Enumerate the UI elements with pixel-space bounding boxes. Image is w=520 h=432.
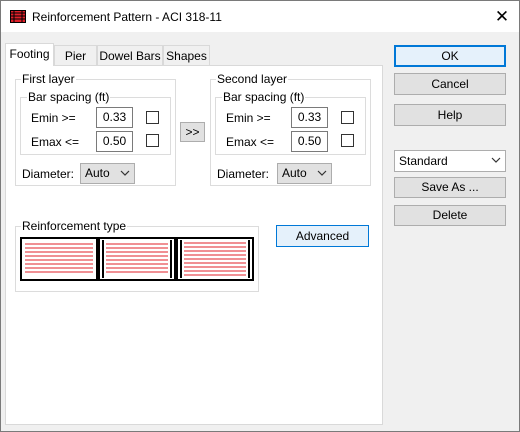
second-emin-input[interactable]: 0.33: [291, 107, 328, 128]
delete-button-label: Delete: [432, 208, 468, 222]
first-emin-label: Emin >=: [31, 111, 76, 125]
second-emax-label: Emax <=: [226, 135, 275, 149]
first-emin-input[interactable]: 0.33: [96, 107, 133, 128]
first-emin-checkbox[interactable]: [146, 111, 159, 124]
second-emax-checkbox[interactable]: [341, 134, 354, 147]
tab-pier-label: Pier: [64, 49, 87, 63]
reinforcement-type-legend: Reinforcement type: [21, 219, 128, 233]
first-emax-checkbox[interactable]: [146, 134, 159, 147]
tab-shapes[interactable]: Shapes: [163, 45, 210, 65]
second-emin-checkbox[interactable]: [341, 111, 354, 124]
tab-footing-label: Footing: [9, 47, 50, 61]
cancel-button-label: Cancel: [431, 77, 469, 91]
reinforcement-pattern-3[interactable]: [176, 237, 254, 281]
save-as-button[interactable]: Save As ...: [394, 177, 506, 198]
pattern-2-icon: [100, 239, 174, 279]
reinforcement-pattern-2[interactable]: [98, 237, 176, 281]
tab-dowel-bars[interactable]: Dowel Bars: [97, 45, 163, 65]
pattern-3-icon: [178, 239, 252, 279]
chevron-down-icon: [491, 157, 501, 163]
delete-button[interactable]: Delete: [394, 205, 506, 226]
second-emin-label: Emin >=: [226, 111, 271, 125]
chevron-down-icon: [120, 170, 130, 176]
title-bar[interactable]: Reinforcement Pattern - ACI 318-11 ✕: [1, 1, 519, 32]
window-title: Reinforcement Pattern - ACI 318-11: [32, 10, 222, 24]
first-layer-spacing-legend: Bar spacing (ft): [27, 90, 111, 104]
first-diameter-value: Auto: [85, 166, 110, 180]
first-layer-legend: First layer: [21, 72, 76, 86]
copy-to-second-layer-button[interactable]: >>: [180, 122, 205, 142]
reinforcement-app-icon: [10, 10, 26, 23]
close-icon: ✕: [494, 7, 510, 26]
pattern-1-icon: [22, 239, 96, 279]
first-diameter-select[interactable]: Auto: [80, 163, 135, 184]
second-diameter-value: Auto: [282, 166, 307, 180]
preset-value: Standard: [399, 154, 448, 168]
help-button-label: Help: [437, 108, 463, 122]
dialog-window: Reinforcement Pattern - ACI 318-11 ✕ Foo…: [0, 0, 520, 432]
save-as-button-label: Save As ...: [421, 180, 479, 194]
second-emax-input[interactable]: 0.50: [291, 131, 328, 152]
second-diameter-select[interactable]: Auto: [277, 163, 332, 184]
advanced-button-label: Advanced: [295, 229, 350, 243]
tab-pier[interactable]: Pier: [54, 45, 97, 65]
second-diameter-label: Diameter:: [217, 167, 270, 181]
tab-shapes-label: Shapes: [166, 49, 207, 63]
advanced-button[interactable]: Advanced: [276, 225, 369, 247]
first-emax-label: Emax <=: [31, 135, 80, 149]
close-button[interactable]: ✕: [489, 5, 515, 29]
reinforcement-pattern-1[interactable]: [20, 237, 98, 281]
second-layer-spacing-legend: Bar spacing (ft): [222, 90, 306, 104]
copy-button-label: >>: [185, 125, 200, 139]
tab-footing[interactable]: Footing: [5, 43, 54, 66]
help-button[interactable]: Help: [394, 104, 506, 126]
tab-dowel-bars-label: Dowel Bars: [99, 49, 161, 63]
ok-button[interactable]: OK: [394, 45, 506, 67]
first-emax-input[interactable]: 0.50: [96, 131, 133, 152]
first-diameter-label: Diameter:: [22, 167, 75, 181]
ok-button-label: OK: [441, 49, 459, 63]
chevron-down-icon: [317, 170, 327, 176]
cancel-button[interactable]: Cancel: [394, 73, 506, 95]
preset-select[interactable]: Standard: [394, 150, 506, 172]
second-layer-legend: Second layer: [216, 72, 289, 86]
